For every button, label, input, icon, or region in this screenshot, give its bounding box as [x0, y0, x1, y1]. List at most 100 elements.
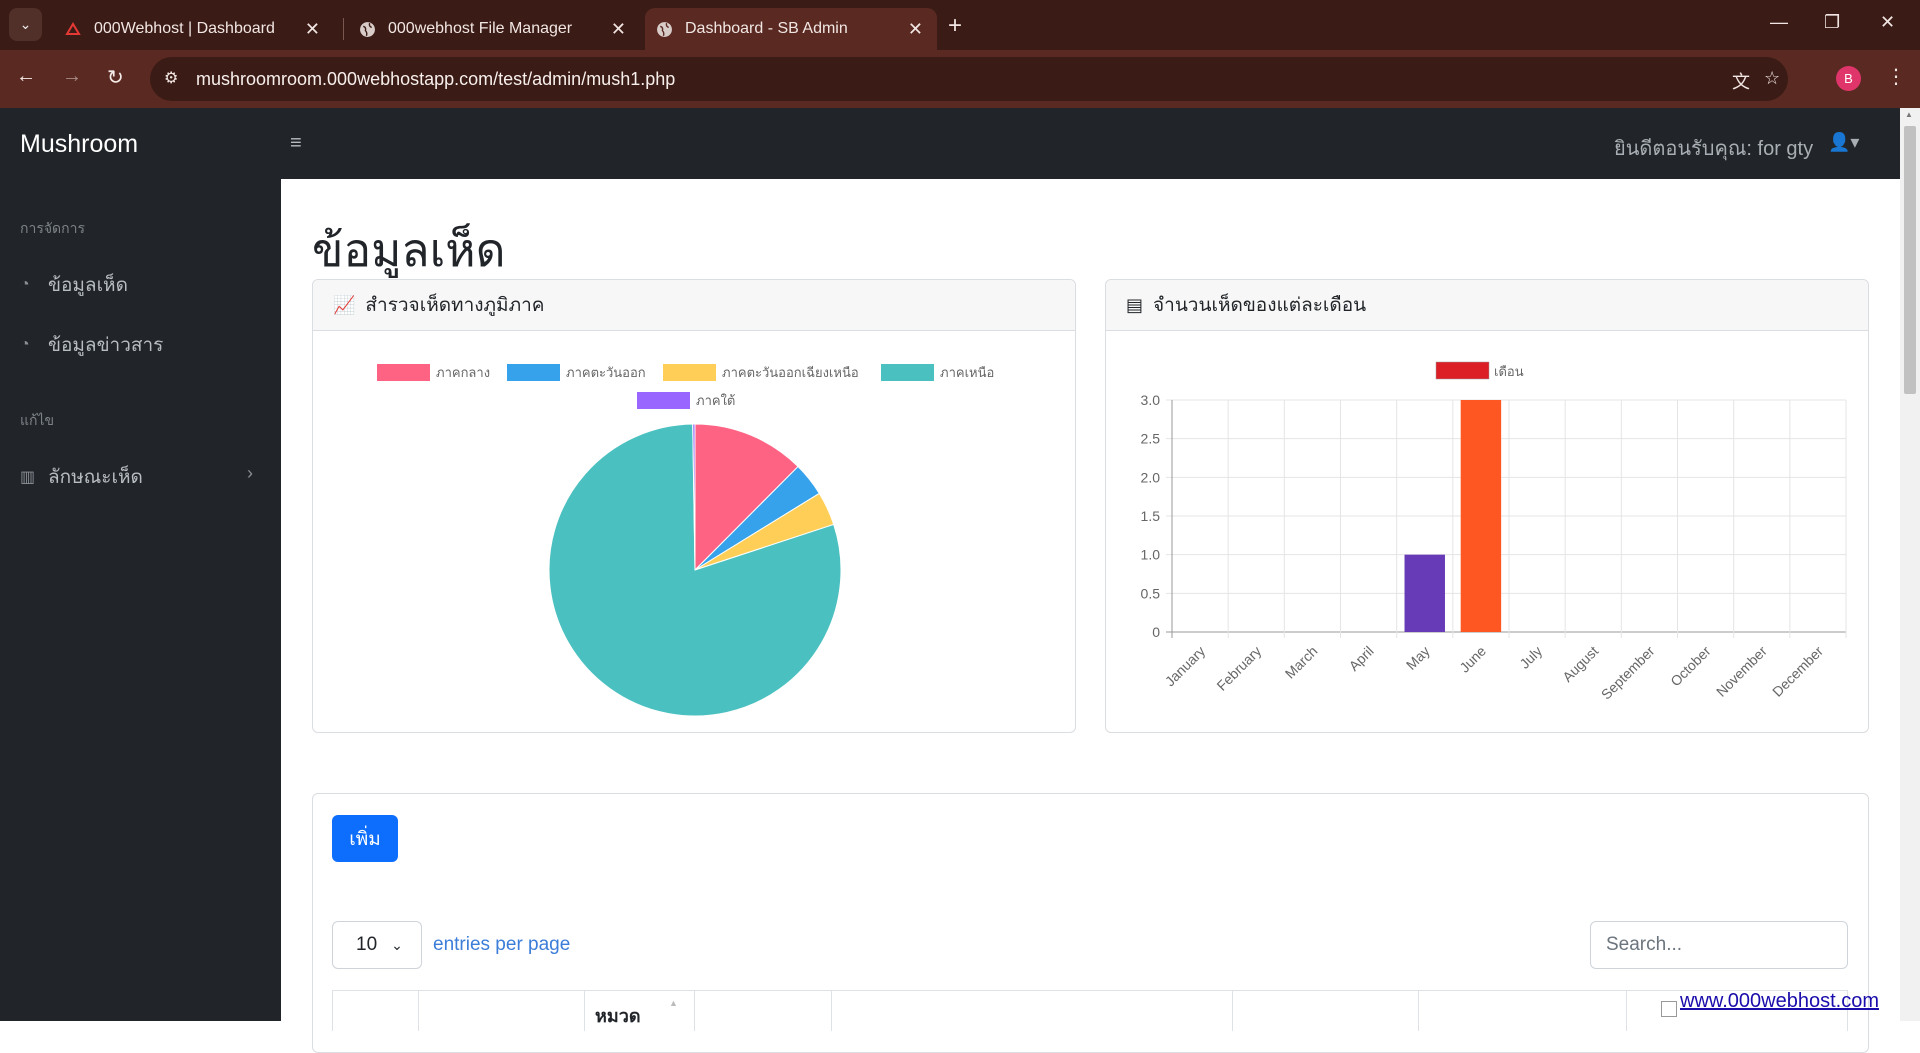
table-header [332, 990, 1848, 1031]
dashboard-icon: ◔ [20, 336, 30, 353]
page-title: ข้อมูลเห็ด [312, 223, 506, 277]
main-content: ข้อมูลเห็ด 📈 สำรวจเห็ดทางภูมิภาค ภาคกลาง… [281, 179, 1900, 1053]
tab-title: 000webhost File Manager [388, 20, 573, 37]
sidebar: การจัดการ ◔ ข้อมูลเห็ด ◔ ข้อมูลข่าวสาร แ… [0, 108, 281, 1021]
bookmark-star-icon[interactable]: ☆ [1764, 68, 1780, 89]
broken-image-icon [1661, 1001, 1677, 1017]
y-tick-label: 0.5 [1141, 585, 1161, 601]
brand-logo[interactable]: Mushroom [20, 130, 138, 159]
bar [1404, 554, 1445, 632]
pie-chart [548, 423, 842, 717]
table-header-cell[interactable] [831, 991, 832, 1031]
y-tick-label: 2.0 [1141, 469, 1161, 485]
user-menu-icon[interactable]: 👤▾ [1828, 132, 1859, 153]
chevron-right-icon[interactable]: › [247, 463, 253, 484]
x-tick-label: December [1769, 643, 1826, 700]
table-header-cell[interactable] [694, 991, 695, 1031]
table-header-cell[interactable] [1418, 991, 1419, 1031]
entries-value: 10 [356, 934, 378, 955]
browser-menu-icon[interactable]: ⋮ [1886, 64, 1906, 89]
columns-icon: ▥ [20, 469, 36, 486]
new-tab-button[interactable]: + [948, 12, 962, 40]
table-header-cell[interactable] [1626, 991, 1627, 1031]
tab-title: Dashboard - SB Admin [685, 20, 848, 37]
y-tick-label: 3.0 [1141, 392, 1161, 408]
sort-icon[interactable]: ▲ [669, 998, 678, 1008]
y-tick-label: 1.5 [1141, 508, 1161, 524]
sidebar-item-mushroom-data[interactable]: ◔ ข้อมูลเห็ด [20, 270, 128, 300]
tab-title: 000Webhost | Dashboard [94, 20, 275, 37]
card-header: 📈 สำรวจเห็ดทางภูมิภาค [313, 280, 1075, 331]
sidebar-heading-manage: การจัดการ [20, 220, 86, 236]
table-header-cell[interactable] [1232, 991, 1233, 1031]
sidebar-heading-edit: แก้ไข [20, 412, 55, 428]
entries-label: entries per page [433, 934, 571, 955]
webhost-footer-link[interactable]: www.000webhost.com [1680, 990, 1879, 1013]
table-header-cell[interactable] [418, 991, 419, 1031]
close-icon[interactable]: ✕ [305, 19, 320, 40]
restore-icon[interactable]: ❐ [1824, 12, 1840, 33]
forward-icon[interactable]: → [62, 65, 82, 88]
welcome-text: ยินดีตอนรับคุณ: for gty [1614, 138, 1814, 160]
x-tick-label: June [1456, 643, 1489, 676]
sidebar-item-characteristics[interactable]: ▥ ลักษณะเห็ด [20, 462, 143, 492]
reload-icon[interactable]: ↻ [107, 65, 124, 90]
card-header: ▤ จำนวนเห็ดของแต่ละเดือน [1106, 280, 1868, 331]
x-tick-label: January [1162, 643, 1209, 690]
sidebar-toggle-icon[interactable]: ≡ [290, 132, 302, 155]
globe-icon [655, 20, 673, 38]
close-icon[interactable]: ✕ [611, 19, 626, 40]
table-header-cell[interactable] [584, 991, 585, 1031]
back-icon[interactable]: ← [16, 65, 36, 88]
add-button[interactable]: เพิ่ม [332, 815, 398, 862]
webhost-logo-icon [64, 20, 82, 38]
bar [1460, 400, 1502, 632]
window-close-icon[interactable]: ✕ [1880, 12, 1895, 33]
site-info-icon[interactable]: ⚙ [164, 68, 178, 88]
table-header-cell[interactable] [332, 991, 333, 1031]
x-tick-label: August [1559, 643, 1601, 685]
y-tick-label: 0 [1152, 624, 1160, 640]
minimize-icon[interactable]: — [1770, 12, 1788, 33]
card-title: จำนวนเห็ดของแต่ละเดือน [1153, 295, 1367, 316]
browser-tab-1[interactable]: 000Webhost | Dashboard ✕ [56, 8, 334, 50]
entries-per-page-select[interactable]: 10 ⌄ [332, 921, 422, 969]
x-tick-label: April [1346, 643, 1377, 674]
x-tick-label: September [1598, 643, 1658, 703]
search-input[interactable]: Search... [1590, 921, 1848, 969]
top-navbar: Mushroom ≡ ยินดีตอนรับคุณ: for gty 👤▾ [0, 108, 1900, 179]
scroll-up-icon[interactable]: ▲ [1905, 110, 1913, 119]
sidebar-item-label: ข้อมูลข่าวสาร [48, 335, 164, 356]
card-title: สำรวจเห็ดทางภูมิภาค [365, 295, 545, 316]
sidebar-item-label: ข้อมูลเห็ด [48, 275, 128, 296]
bar-chart-icon: ▤ [1126, 294, 1144, 315]
profile-avatar[interactable]: B [1836, 66, 1861, 91]
sidebar-item-news[interactable]: ◔ ข้อมูลข่าวสาร [20, 330, 163, 360]
address-bar: ← → ↻ ⚙ mushroomroom.000webhostapp.com/t… [0, 50, 1920, 108]
area-chart-icon: 📈 [333, 294, 356, 315]
sidebar-item-label: ลักษณะเห็ด [48, 467, 143, 488]
x-tick-label: July [1516, 643, 1545, 672]
browser-tab-2[interactable]: 000webhost File Manager ✕ [350, 8, 640, 50]
tab-search-button[interactable]: ⌄ [9, 8, 42, 41]
scrollbar-thumb[interactable] [1904, 126, 1916, 394]
browser-tab-3-active[interactable]: Dashboard - SB Admin ✕ [645, 8, 937, 50]
url-text[interactable]: mushroomroom.000webhostapp.com/test/admi… [196, 69, 675, 90]
browser-tab-bar: ⌄ 000Webhost | Dashboard ✕ 000webhost Fi… [0, 0, 1920, 50]
x-tick-label: February [1213, 643, 1264, 694]
translate-icon[interactable]: 文 [1732, 68, 1750, 94]
bar-legend-label: เดือน [1494, 364, 1524, 379]
x-tick-label: November [1713, 643, 1770, 700]
bar-chart: เดือน 0 0.5 1.0 1.5 2.0 2.5 3.0 January February M… [1141, 361, 1847, 703]
close-icon[interactable]: ✕ [908, 19, 923, 40]
omnibox[interactable]: ⚙ mushroomroom.000webhostapp.com/test/ad… [150, 57, 1788, 101]
table-header-category[interactable]: หมวด [595, 1001, 641, 1030]
y-tick-label: 2.5 [1141, 431, 1161, 447]
y-tick-label: 1.0 [1141, 547, 1161, 563]
tab-separator [343, 18, 344, 40]
globe-icon [358, 20, 376, 38]
bar-chart-card: ▤ จำนวนเห็ดของแต่ละเดือน เดือน 0 0.5 1.0 1.5… [1105, 279, 1869, 733]
x-tick-label: October [1667, 643, 1714, 690]
chevron-down-icon: ⌄ [391, 936, 403, 953]
page-scrollbar[interactable]: ▲ [1900, 108, 1920, 1021]
